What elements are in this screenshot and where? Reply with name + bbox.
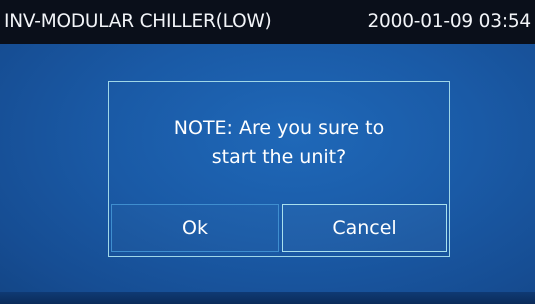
dialog-message-line-2: start the unit? xyxy=(211,146,347,168)
cancel-button[interactable]: Cancel xyxy=(282,204,447,252)
confirm-dialog: NOTE: Are you sure to start the unit? Ok… xyxy=(108,81,450,257)
app-title: INV-MODULAR CHILLER(LOW) xyxy=(4,11,272,32)
title-bar: INV-MODULAR CHILLER(LOW) 2000-01-09 03:5… xyxy=(0,0,535,44)
date-time-display: 2000-01-09 03:54 xyxy=(367,11,531,32)
hmi-screen: INV-MODULAR CHILLER(LOW) 2000-01-09 03:5… xyxy=(0,0,535,304)
ok-button[interactable]: Ok xyxy=(111,204,279,252)
dialog-message: NOTE: Are you sure to start the unit? xyxy=(109,114,449,172)
screen-bezel-bottom xyxy=(0,292,535,304)
dialog-message-line-1: NOTE: Are you sure to xyxy=(173,117,385,139)
